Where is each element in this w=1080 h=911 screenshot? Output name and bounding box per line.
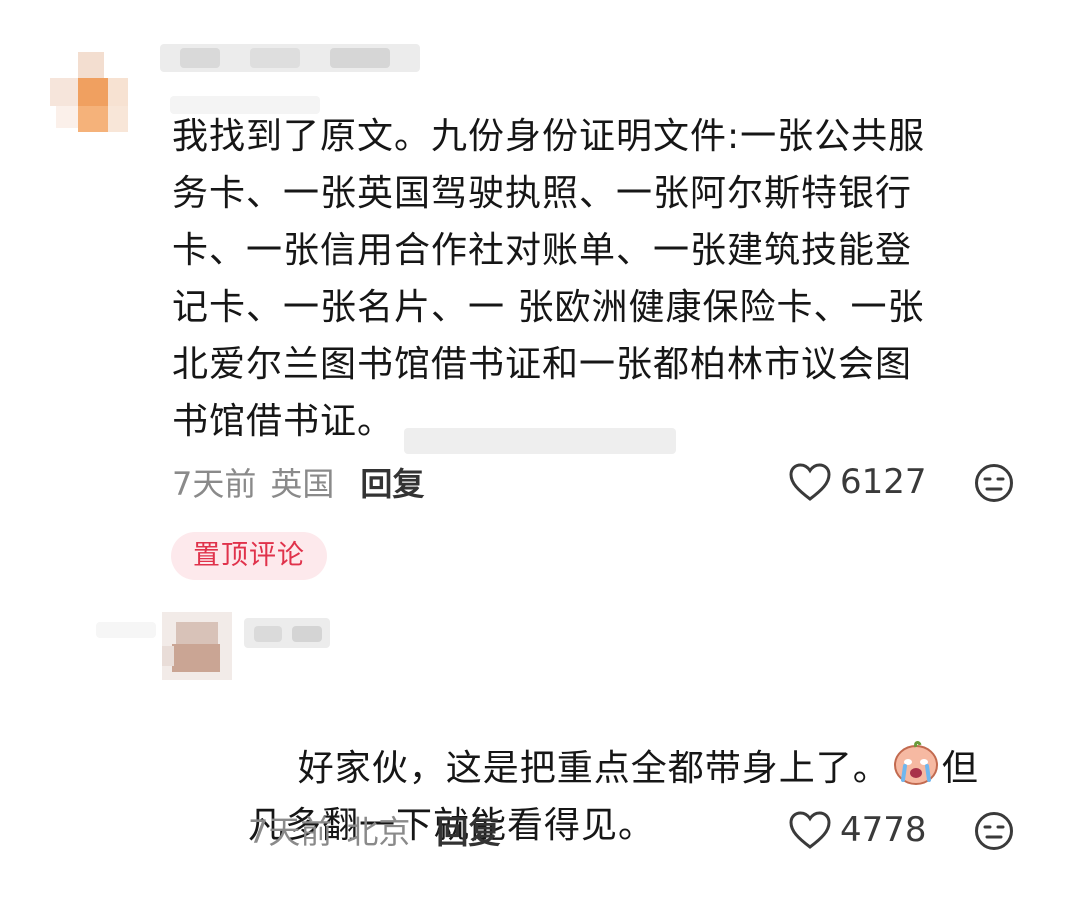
- comment-text: 我找到了原文。九份身份证明文件:一张公共服 务卡、一张英国驾驶执照、一张阿尔斯特…: [172, 116, 926, 442]
- reply-like-button[interactable]: 4778: [788, 810, 927, 850]
- comment-location: 英国: [270, 465, 335, 503]
- reply-button[interactable]: 回复: [360, 465, 424, 503]
- reply-user-avatar[interactable]: [162, 612, 232, 680]
- comment-time: 7天前: [172, 465, 257, 503]
- reply-time: 7天前: [248, 813, 333, 851]
- pinned-comment-badge: 置顶评论: [171, 532, 327, 580]
- user-avatar[interactable]: [50, 52, 130, 132]
- reply-meta: 7天前 北京 回复: [248, 812, 500, 852]
- blurred-tag: [404, 428, 676, 454]
- reply-location: 北京: [346, 813, 411, 851]
- neutral-face-icon[interactable]: [974, 463, 1014, 503]
- reply-text: 好家伙，这是把重点全都带身上了。 但 凡多翻一下就能看得见。: [248, 683, 1048, 911]
- like-button[interactable]: 6127: [788, 462, 927, 502]
- like-count: 6127: [840, 462, 927, 502]
- heart-outline-icon: [789, 811, 831, 849]
- reply-text-part1: 好家伙，这是把重点全都带身上了。: [297, 748, 890, 789]
- crying-peach-emoji: [893, 741, 938, 785]
- reply-subline-blurred: [96, 622, 156, 638]
- heart-outline-icon: [789, 463, 831, 501]
- reply-reply-button[interactable]: 回复: [436, 813, 500, 851]
- comment-meta: 7天前 英国 回复: [172, 464, 424, 504]
- neutral-face-icon[interactable]: [974, 811, 1014, 851]
- reply-like-count: 4778: [840, 810, 927, 850]
- reply-username-blurred[interactable]: [244, 612, 334, 660]
- username-blurred[interactable]: [160, 38, 420, 78]
